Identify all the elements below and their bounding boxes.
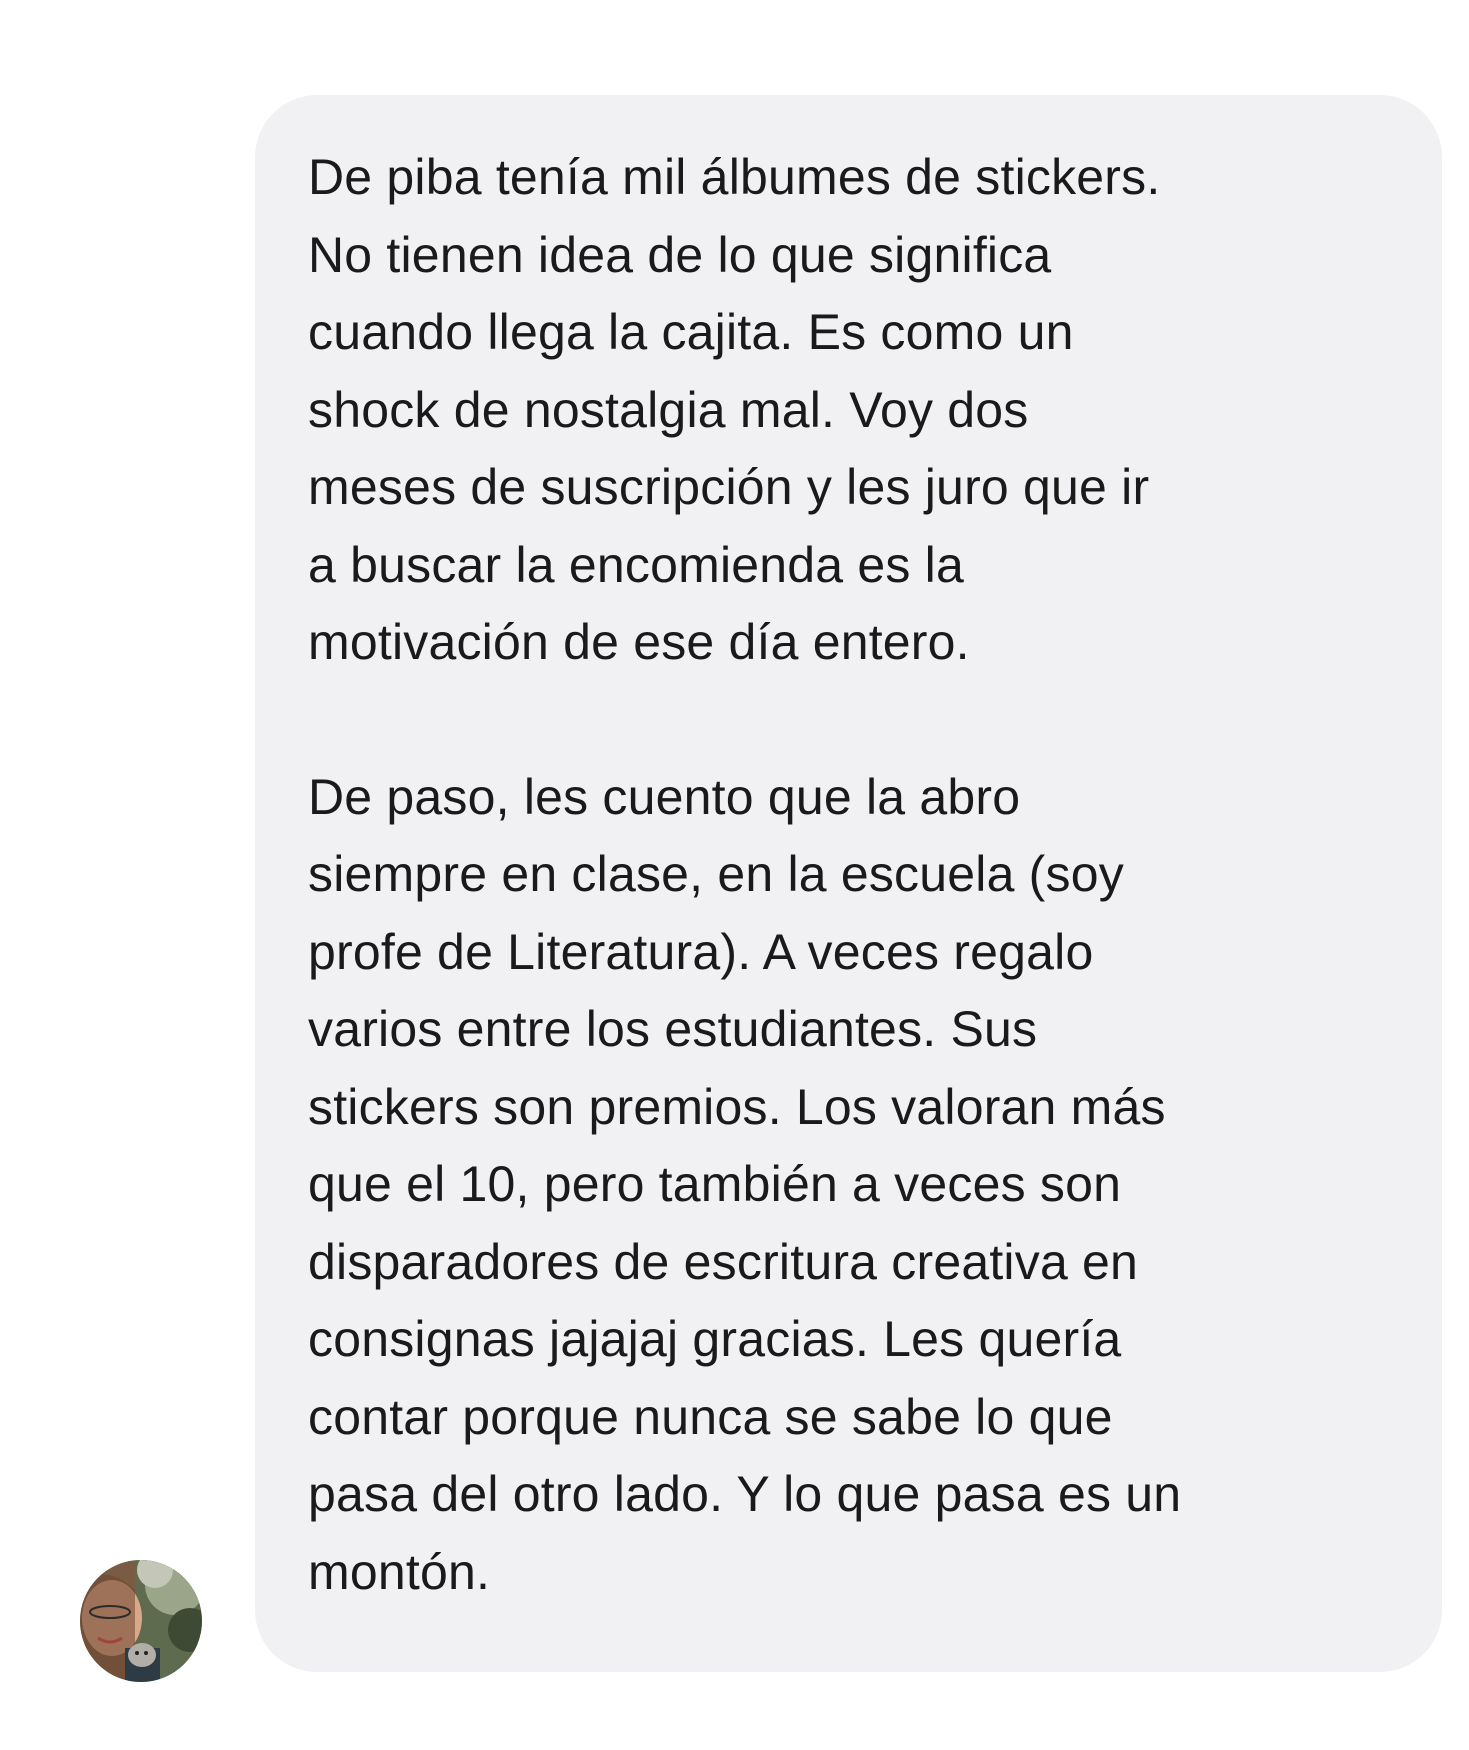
avatar-photo-icon [80, 1560, 202, 1682]
sender-avatar[interactable] [80, 1560, 202, 1682]
message-paragraph-2: De paso, les cuento que la abro siempre … [308, 768, 1182, 1600]
message-bubble[interactable]: De piba tenía mil álbumes de stickers. N… [255, 95, 1442, 1672]
chat-thread: De piba tenía mil álbumes de stickers. N… [0, 0, 1469, 1750]
message-paragraph-1: De piba tenía mil álbumes de stickers. N… [308, 149, 1161, 670]
